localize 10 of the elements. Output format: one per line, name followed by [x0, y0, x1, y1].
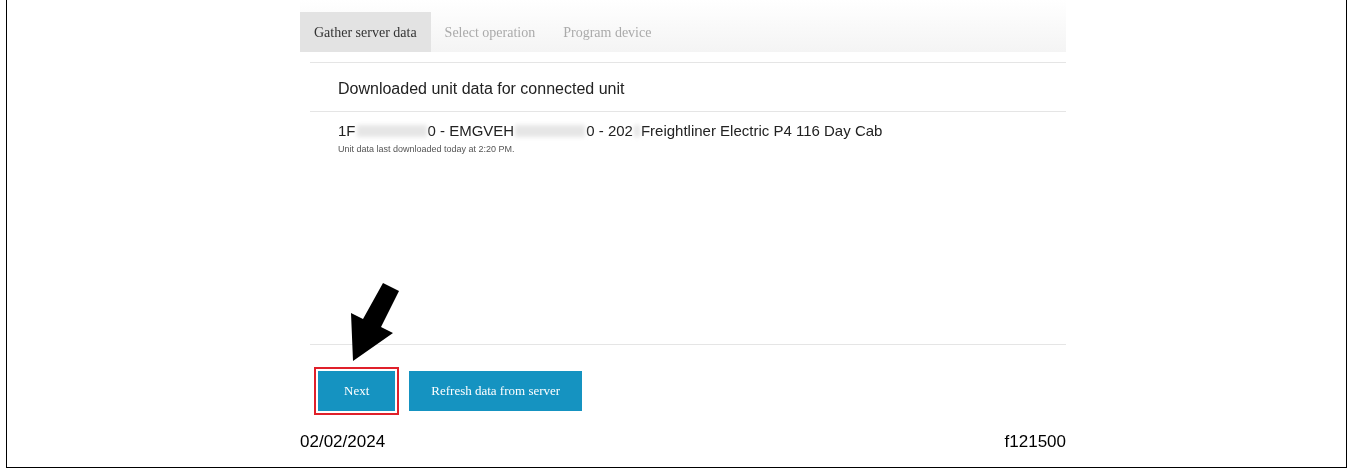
unit-description: 1F 0 - EMGVEH 0 - 202 Freightliner Electric P4 116 Day Cab	[338, 121, 884, 141]
figure-id: f121500	[1004, 431, 1066, 453]
date-label: 02/02/2024	[300, 431, 386, 453]
tab[interactable]: Program device	[549, 12, 666, 52]
tab[interactable]: Select operation	[430, 12, 550, 52]
tab[interactable]: Gather server data	[300, 12, 431, 52]
refresh-button[interactable]: Refresh data from server	[409, 371, 583, 411]
section-title: Downloaded unit data for connected unit	[338, 79, 626, 99]
download-note: Unit data last downloaded today at 2:20 PM.	[338, 142, 516, 156]
next-button[interactable]: Next	[318, 371, 396, 411]
